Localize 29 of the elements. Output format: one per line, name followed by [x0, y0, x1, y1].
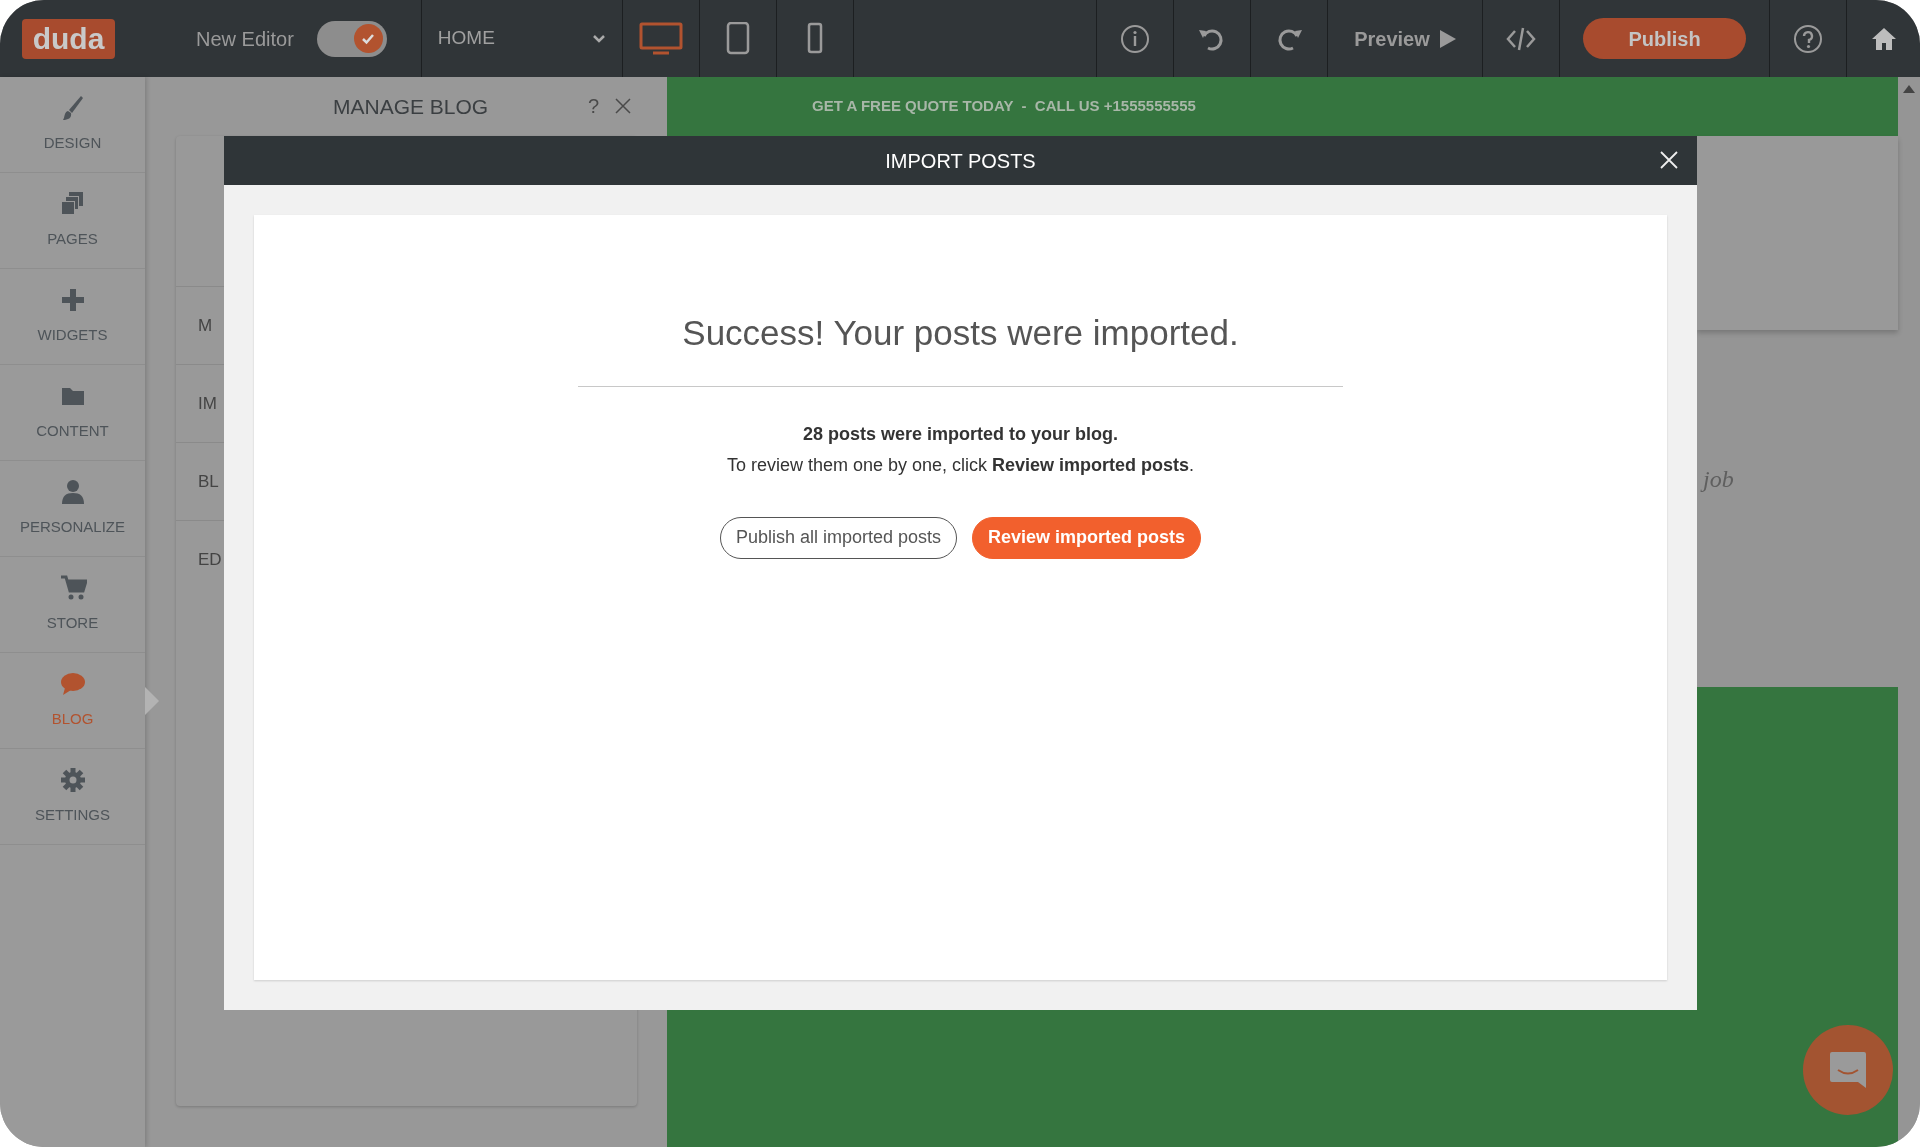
desktop-icon — [638, 22, 683, 55]
import-summary: 28 posts were imported to your blog. — [802, 422, 1118, 446]
publish-all-button[interactable]: Publish all imported posts — [719, 516, 958, 559]
help-icon — [1793, 23, 1823, 54]
review-instruction: To review them one by one, click Review imported posts. — [726, 453, 1195, 477]
editor-toggle[interactable] — [316, 20, 387, 57]
chevron-down-icon — [591, 34, 606, 43]
menu-item[interactable]: ED — [198, 546, 222, 573]
scroll-up-icon[interactable] — [1903, 85, 1915, 93]
logo[interactable]: duda — [22, 18, 115, 59]
preview-button[interactable]: Preview — [1328, 0, 1482, 77]
play-icon — [1439, 29, 1456, 48]
review-button[interactable]: Review imported posts — [972, 516, 1202, 559]
menu-item[interactable]: BL — [198, 468, 219, 495]
editor-label: New Editor — [196, 26, 294, 52]
menu-item[interactable]: IM — [198, 390, 217, 417]
banner-text: GET A FREE QUOTE TODAY - CALL US +1555555555 — [812, 96, 1196, 117]
check-icon — [361, 32, 376, 45]
modal-title: IMPORT POSTS — [885, 148, 1036, 174]
chat-icon — [1828, 1050, 1868, 1090]
home-icon — [1870, 26, 1897, 51]
settings-icon — [58, 766, 87, 795]
page-dropdown[interactable]: HOME — [421, 0, 622, 77]
publish-button[interactable]: Publish — [1583, 18, 1746, 59]
menu-item[interactable]: M — [198, 312, 213, 339]
panel-title: MANAGE BLOG — [333, 93, 489, 120]
help-mark[interactable]: ? — [588, 91, 600, 121]
info-icon — [1120, 23, 1150, 54]
success-heading: Success! Your posts were imported. — [682, 312, 1239, 354]
